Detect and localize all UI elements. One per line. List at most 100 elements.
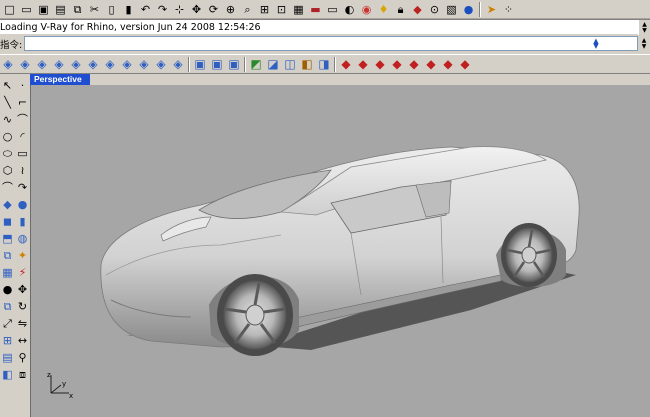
mirror-icon[interactable]: ⇋ <box>15 315 30 332</box>
cmd-scroll-down-icon[interactable]: ▼ <box>642 43 647 50</box>
arc-icon[interactable]: ◜ <box>15 128 30 145</box>
camera-icon[interactable]: ▭ <box>325 2 340 17</box>
zoom-window-icon[interactable]: ⊕ <box>223 2 238 17</box>
revolve-icon[interactable]: ◍ <box>15 230 30 247</box>
surface-icon[interactable]: ◫ <box>282 56 298 72</box>
cube-icon[interactable]: ◈ <box>68 56 84 72</box>
select-icon[interactable]: ⊹ <box>172 2 187 17</box>
viewport-title-tab[interactable]: Perspective <box>30 74 90 85</box>
perspective-viewport[interactable]: z y x <box>30 85 650 417</box>
paste-icon[interactable]: ▯ <box>104 2 119 17</box>
grid-icon[interactable]: ▦ <box>291 2 306 17</box>
pan-icon[interactable]: ✥ <box>189 2 204 17</box>
mesh-icon[interactable]: ▦ <box>0 264 15 281</box>
sphere-icon[interactable]: ● <box>461 2 476 17</box>
surface-icon[interactable]: ◪ <box>265 56 281 72</box>
extrude-icon[interactable]: ⬒ <box>0 230 15 247</box>
material-icon[interactable]: ◨ <box>316 56 332 72</box>
rotate-icon[interactable]: ⟳ <box>206 2 221 17</box>
cube-icon[interactable]: ◈ <box>51 56 67 72</box>
new-icon[interactable]: □ <box>2 2 17 17</box>
box-icon[interactable]: ▣ <box>209 56 225 72</box>
split-icon[interactable]: ⚡︎ <box>15 264 30 281</box>
surface-icon[interactable]: ◩ <box>248 56 264 72</box>
point-icon[interactable]: · <box>15 77 30 94</box>
render-icon[interactable]: ◆ <box>423 56 439 72</box>
cube-icon[interactable]: ◈ <box>119 56 135 72</box>
material-icon[interactable]: ◧ <box>299 56 315 72</box>
polyline-icon[interactable]: ⌐ <box>15 94 30 111</box>
render-icon[interactable]: ◆ <box>372 56 388 72</box>
cube-icon[interactable]: ◈ <box>153 56 169 72</box>
trim-icon[interactable]: ● <box>0 281 15 298</box>
sphere-icon[interactable]: ● <box>15 196 30 213</box>
render-icon[interactable]: ◆ <box>355 56 371 72</box>
array-icon[interactable]: ⊞ <box>0 332 15 349</box>
boolean-icon[interactable]: ⧉ <box>0 247 15 264</box>
paint-icon[interactable]: ◆ <box>410 2 425 17</box>
fillet-icon[interactable]: ⌒ <box>0 179 15 196</box>
copy-icon[interactable]: ⧉ <box>0 298 15 315</box>
undo-icon[interactable]: ↶ <box>138 2 153 17</box>
render-icon[interactable]: ◆ <box>440 56 456 72</box>
freeform-icon[interactable]: ≀ <box>15 162 30 179</box>
rectangle-icon[interactable]: ▭ <box>15 145 30 162</box>
cube-icon[interactable]: ◈ <box>85 56 101 72</box>
clipboard-icon[interactable]: ▮ <box>121 2 136 17</box>
render-icon[interactable]: ◆ <box>457 56 473 72</box>
rotate-icon[interactable]: ↻ <box>15 298 30 315</box>
options-icon[interactable]: ⊙ <box>427 2 442 17</box>
cube-icon[interactable]: ◈ <box>17 56 33 72</box>
open-icon[interactable]: ▭ <box>19 2 34 17</box>
settings-icon[interactable]: ▧ <box>444 2 459 17</box>
box-icon[interactable]: ▣ <box>192 56 208 72</box>
box-icon[interactable]: ▣ <box>226 56 242 72</box>
curve-icon[interactable]: ⌒ <box>15 111 30 128</box>
cube-icon[interactable]: ◈ <box>170 56 186 72</box>
zoom-extents-icon[interactable]: ⊞ <box>257 2 272 17</box>
arrow-icon[interactable]: ↖ <box>0 77 15 94</box>
scroll-down-icon[interactable]: ▼ <box>642 27 647 34</box>
cylinder-icon[interactable]: ▮ <box>15 213 30 230</box>
copy-icon[interactable]: ⧉ <box>70 2 85 17</box>
render-icon[interactable]: ◆ <box>338 56 354 72</box>
text-icon[interactable]: ▤ <box>0 349 15 366</box>
light-icon[interactable]: ♦ <box>376 2 391 17</box>
render-icon[interactable]: ◧ <box>0 366 15 383</box>
dimension-icon[interactable]: ↔ <box>15 332 30 349</box>
command-scrollbar[interactable]: ▲ ▼ <box>638 36 650 51</box>
render-icon[interactable]: ◆ <box>406 56 422 72</box>
spin-down-icon[interactable]: ▼ <box>593 42 598 49</box>
redo-icon[interactable]: ↷ <box>155 2 170 17</box>
layer-icon[interactable]: ⧈ <box>15 366 30 383</box>
surface-icon[interactable]: ◆ <box>0 196 15 213</box>
cube-icon[interactable]: ◈ <box>136 56 152 72</box>
render-icon[interactable]: ◐ <box>342 2 357 17</box>
zoom-icon[interactable]: ⌕ <box>240 2 255 17</box>
help-icon[interactable]: ⁘ <box>501 2 516 17</box>
color-icon[interactable]: ◉ <box>359 2 374 17</box>
move-icon[interactable]: ✥ <box>15 281 30 298</box>
cube-icon[interactable]: ◈ <box>0 56 16 72</box>
command-input[interactable] <box>24 36 638 51</box>
join-icon[interactable]: ✦ <box>15 247 30 264</box>
box-icon[interactable]: ◼ <box>0 213 15 230</box>
ellipse-icon[interactable]: ⬭ <box>0 145 15 162</box>
history-scrollbar[interactable]: ▲ ▼ <box>638 20 650 35</box>
viewports-icon[interactable]: ⊡ <box>274 2 289 17</box>
render-icon[interactable]: ◆ <box>389 56 405 72</box>
line-icon[interactable]: ╲ <box>0 94 15 111</box>
curve-icon[interactable]: ∿ <box>0 111 15 128</box>
cursor-icon[interactable]: ➤ <box>484 2 499 17</box>
cube-icon[interactable]: ◈ <box>34 56 50 72</box>
analyze-icon[interactable]: ⚲ <box>15 349 30 366</box>
circle-icon[interactable]: ○ <box>0 128 15 145</box>
lock-icon[interactable]: 🔒︎ <box>393 2 408 17</box>
command-spinner[interactable]: ▲ ▼ <box>590 37 602 49</box>
print-icon[interactable]: ▤ <box>53 2 68 17</box>
cube-icon[interactable]: ◈ <box>102 56 118 72</box>
polygon-icon[interactable]: ⬡ <box>0 162 15 179</box>
scale-icon[interactable]: ⤢ <box>0 315 15 332</box>
save-icon[interactable]: ▣ <box>36 2 51 17</box>
car-icon[interactable]: ▬ <box>308 2 323 17</box>
